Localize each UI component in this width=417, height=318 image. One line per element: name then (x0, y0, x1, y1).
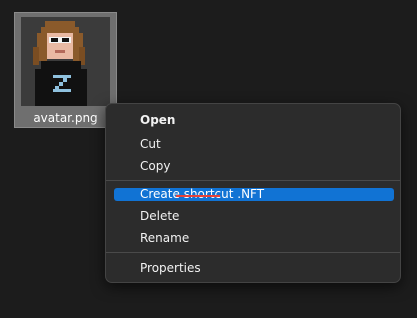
menu-item-open[interactable]: Open (114, 112, 394, 128)
pixel-avatar-icon (21, 17, 110, 106)
strikethrough-annotation (176, 195, 220, 197)
context-menu: Open Cut Copy Create shortcut .NFT Delet… (105, 103, 401, 283)
menu-item-cut[interactable]: Cut (114, 136, 394, 152)
avatar-thumbnail-image (21, 17, 110, 106)
menu-item-copy[interactable]: Copy (114, 158, 394, 174)
desktop[interactable]: avatar.png Open Cut Copy Create shortcut… (0, 0, 417, 318)
menu-separator (106, 252, 400, 253)
menu-item-properties[interactable]: Properties (114, 260, 394, 276)
menu-item-create-shortcut[interactable]: Create shortcut .NFT (114, 188, 394, 201)
menu-item-rename[interactable]: Rename (114, 230, 394, 246)
file-item-avatar[interactable]: avatar.png (14, 12, 117, 128)
menu-separator (106, 180, 400, 181)
menu-item-delete[interactable]: Delete (114, 208, 394, 224)
file-name-label: avatar.png (33, 111, 98, 125)
